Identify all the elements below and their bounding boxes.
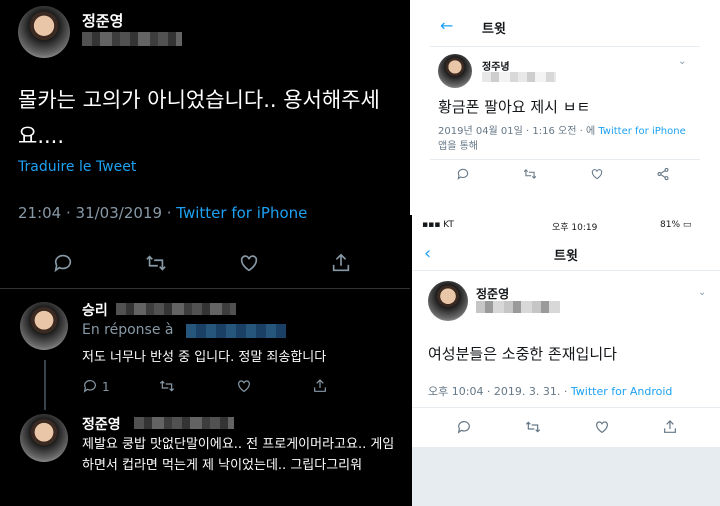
avatar[interactable] xyxy=(20,302,68,350)
status-carrier: ▪▪▪ KT xyxy=(422,220,454,230)
author-name[interactable]: 정준영 xyxy=(82,414,121,434)
tweet-text: 황금폰 팔아요 제시 ㅂㅌ xyxy=(438,98,591,116)
author-name[interactable]: 정준영 xyxy=(476,285,509,302)
redacted-mention xyxy=(186,324,286,338)
reply-icon[interactable] xyxy=(52,252,74,274)
page-title: 트윗 xyxy=(554,249,578,264)
reply-icon[interactable] xyxy=(456,167,470,181)
page-title: 트윗 xyxy=(482,22,506,37)
tweet-text: 여성분들은 소중한 존재입니다 xyxy=(428,345,617,363)
redacted-handle xyxy=(482,72,556,82)
avatar[interactable] xyxy=(438,54,472,88)
avatar[interactable] xyxy=(428,281,468,321)
redacted-handle xyxy=(116,303,236,315)
dark-tweet-thread: 정준영 몰카는 고의가 아니었습니다.. 용서해주세요.... Traduire… xyxy=(0,0,410,506)
tweet-timestamp: 오후 10:04 · 2019. 3. 31. · Twitter for An… xyxy=(428,383,672,399)
retweet-icon[interactable] xyxy=(522,167,538,181)
redacted-handle xyxy=(82,32,182,46)
tweet-timestamp: 2019년 04월 01일 · 1:16 오전 · 에 Twitter for … xyxy=(438,124,688,154)
reply-text: 제발요 쿵밥 맛없단말이에요.. 전 프로게이머라고요.. 게임하면서 컵라면 … xyxy=(82,437,395,473)
timestamp-text: 오후 10:04 · 2019. 3. 31. · xyxy=(428,385,571,398)
status-time: 오후 10:19 xyxy=(552,223,598,233)
thread-line xyxy=(44,360,46,410)
reply-count: 1 xyxy=(102,380,110,394)
chevron-down-icon[interactable]: ⌄ xyxy=(678,56,686,67)
source-suffix: 앱을 통해 xyxy=(438,141,478,152)
chevron-down-icon[interactable]: ⌄ xyxy=(698,287,706,298)
divider xyxy=(430,159,700,160)
status-battery: 81% ▭ xyxy=(660,220,692,230)
source-link[interactable]: Twitter for Android xyxy=(571,385,673,398)
source-link[interactable]: Twitter for iPhone xyxy=(598,126,685,137)
reply-icon[interactable] xyxy=(456,419,472,435)
source-link[interactable]: Twitter for iPhone xyxy=(176,204,307,222)
timestamp-text: 21:04 · 31/03/2019 · xyxy=(18,204,177,222)
reply-text: 저도 너무나 반성 중 입니다. 정말 죄송합니다 xyxy=(82,350,327,365)
author-name[interactable]: 정주녕 xyxy=(482,58,510,73)
reply-icon[interactable] xyxy=(82,378,98,394)
tweet-text: 몰카는 고의가 아니었습니다.. 용서해주세요.... xyxy=(18,88,380,148)
retweet-icon[interactable] xyxy=(158,378,176,394)
redacted-handle xyxy=(134,417,234,429)
retweet-icon[interactable] xyxy=(144,252,168,274)
author-name[interactable]: 승리 xyxy=(82,300,108,320)
author-name[interactable]: 정준영 xyxy=(82,10,123,31)
tweet-actions xyxy=(456,419,678,435)
footer-bar xyxy=(412,447,720,506)
like-icon[interactable] xyxy=(236,378,252,394)
carrier-text: KT xyxy=(443,220,454,230)
divider xyxy=(412,270,720,271)
back-chevron-icon[interactable]: ‹ xyxy=(424,243,431,264)
share-icon[interactable] xyxy=(312,378,328,394)
like-icon[interactable] xyxy=(594,419,610,435)
tweet-actions xyxy=(52,252,352,274)
share-icon[interactable] xyxy=(330,252,352,274)
light-tweet-iphone: ← 트윗 정주녕 ⌄ 황금폰 팔아요 제시 ㅂㅌ 2019년 04월 01일 ·… xyxy=(410,0,720,215)
redacted-handle xyxy=(476,301,560,313)
divider xyxy=(430,46,700,47)
share-icon[interactable] xyxy=(662,419,678,435)
battery-text: 81% xyxy=(660,220,681,230)
avatar[interactable] xyxy=(18,6,70,58)
translate-link[interactable]: Traduire le Tweet xyxy=(18,159,136,175)
like-icon[interactable] xyxy=(590,167,604,181)
replying-to-label: En réponse à xyxy=(82,322,174,338)
like-icon[interactable] xyxy=(238,252,260,274)
back-arrow-icon[interactable]: ← xyxy=(440,16,453,35)
divider xyxy=(0,288,410,289)
share-icon[interactable] xyxy=(656,167,670,181)
divider xyxy=(412,407,720,408)
light-tweet-android: ▪▪▪ KT 오후 10:19 81% ▭ ‹ 트윗 정준영 ⌄ 여성분들은 소… xyxy=(410,215,720,506)
tweet-actions xyxy=(456,167,670,181)
timestamp-text: 2019년 04월 01일 · 1:16 오전 · 에 xyxy=(438,126,599,137)
retweet-icon[interactable] xyxy=(524,419,542,435)
tweet-timestamp: 21:04 · 31/03/2019 · Twitter for iPhone xyxy=(18,204,307,222)
avatar[interactable] xyxy=(20,414,68,462)
reply-actions xyxy=(82,378,328,394)
